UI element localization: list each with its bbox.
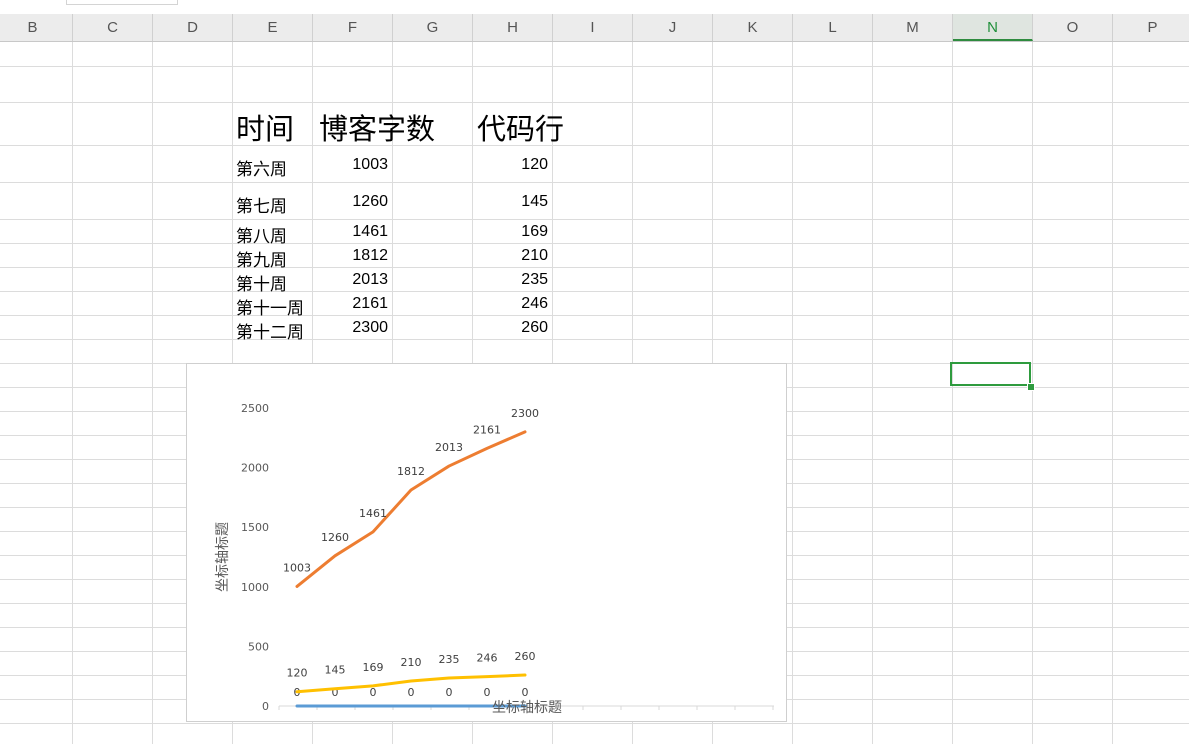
column-header-b[interactable]: B xyxy=(0,14,73,41)
data-label: 1003 xyxy=(283,561,311,574)
column-header-l[interactable]: L xyxy=(793,14,873,41)
chart-svg: 050010001500200025000 0 0 0 0 0 01003126014611… xyxy=(215,402,774,716)
cell-week[interactable]: 第九周 xyxy=(236,246,287,271)
y-tick-label: 2500 xyxy=(241,402,269,415)
row-gridline xyxy=(0,219,1189,220)
cell-words[interactable]: 1461 xyxy=(312,223,388,241)
y-axis-title: 坐标轴标题 xyxy=(215,522,231,592)
cell-week[interactable]: 第七周 xyxy=(236,192,287,217)
row-gridline xyxy=(0,102,1189,103)
row-gridline xyxy=(0,723,1189,724)
cell-lines[interactable]: 169 xyxy=(472,223,548,241)
selected-cell-N15[interactable] xyxy=(950,362,1031,386)
column-header-i[interactable]: I xyxy=(553,14,633,41)
cell-words[interactable]: 2013 xyxy=(312,271,388,289)
row-gridline xyxy=(0,145,1189,146)
column-header-e[interactable]: E xyxy=(233,14,313,41)
data-label: 2013 xyxy=(435,441,463,454)
row-gridline xyxy=(0,66,1189,67)
row-gridline xyxy=(0,182,1189,183)
cell-words[interactable]: 2161 xyxy=(312,295,388,313)
cell-week[interactable]: 第十二周 xyxy=(236,318,304,343)
cell-lines[interactable]: 145 xyxy=(472,193,548,211)
line-chart[interactable]: 0 500 1000 1500 2000 2500 0 0 0 0 0 0 0 1003 1260 1461 1… xyxy=(186,363,787,722)
header-words[interactable]: 博客字数 xyxy=(319,106,435,148)
column-header-o[interactable]: O xyxy=(1033,14,1113,41)
column-gridline xyxy=(1032,42,1033,744)
data-label: 260 xyxy=(515,650,536,663)
header-time[interactable]: 时间 xyxy=(236,106,294,148)
column-header-row: BCDEFGHIJKLMNOP xyxy=(0,14,1189,42)
sheet-tab-strip xyxy=(0,0,1189,14)
data-label: 169 xyxy=(363,661,384,674)
row-gridline xyxy=(0,291,1189,292)
data-label: 1461 xyxy=(359,507,387,520)
row-gridline xyxy=(0,267,1189,268)
y-tick-label: 1500 xyxy=(241,521,269,534)
data-label: 210 xyxy=(401,656,422,669)
column-header-p[interactable]: P xyxy=(1113,14,1189,41)
y-tick-label: 500 xyxy=(248,640,269,653)
cell-lines[interactable]: 260 xyxy=(472,319,548,337)
fill-handle[interactable] xyxy=(1027,383,1035,391)
data-label: 0 xyxy=(408,686,415,699)
data-label: 246 xyxy=(477,652,498,665)
data-label: 1260 xyxy=(321,531,349,544)
cell-week[interactable]: 第八周 xyxy=(236,222,287,247)
cell-words[interactable]: 2300 xyxy=(312,319,388,337)
column-header-c[interactable]: C xyxy=(73,14,153,41)
column-header-h[interactable]: H xyxy=(473,14,553,41)
data-label: 0 xyxy=(522,686,529,699)
data-label: 2300 xyxy=(511,407,539,420)
cell-lines[interactable]: 120 xyxy=(472,156,548,174)
row-gridline xyxy=(0,315,1189,316)
data-label: 1812 xyxy=(397,465,425,478)
column-header-m[interactable]: M xyxy=(873,14,953,41)
column-header-k[interactable]: K xyxy=(713,14,793,41)
cell-words[interactable]: 1812 xyxy=(312,247,388,265)
column-gridline xyxy=(792,42,793,744)
cell-words[interactable]: 1003 xyxy=(312,156,388,174)
column-gridline xyxy=(152,42,153,744)
column-gridline xyxy=(872,42,873,744)
data-label: 0 xyxy=(370,686,377,699)
y-tick-label: 2000 xyxy=(241,462,269,475)
header-lines[interactable]: 代码行 xyxy=(477,106,564,148)
column-header-g[interactable]: G xyxy=(393,14,473,41)
column-header-j[interactable]: J xyxy=(633,14,713,41)
x-axis-title: 坐标轴标题 xyxy=(492,700,562,716)
column-gridline xyxy=(1112,42,1113,744)
data-label: 120 xyxy=(287,667,308,680)
row-gridline xyxy=(0,243,1189,244)
column-header-n[interactable]: N xyxy=(953,14,1033,41)
data-label: 0 xyxy=(484,686,491,699)
data-label: 0 xyxy=(446,686,453,699)
cell-lines[interactable]: 246 xyxy=(472,295,548,313)
y-tick-label: 0 xyxy=(262,700,269,713)
cell-lines[interactable]: 210 xyxy=(472,247,548,265)
y-tick-label: 1000 xyxy=(241,581,269,594)
data-label: 235 xyxy=(439,653,460,666)
cell-week[interactable]: 第十周 xyxy=(236,270,287,295)
cell-words[interactable]: 1260 xyxy=(312,193,388,211)
column-header-d[interactable]: D xyxy=(153,14,233,41)
column-gridline xyxy=(952,42,953,744)
series-line-1 xyxy=(295,430,527,588)
cell-lines[interactable]: 235 xyxy=(472,271,548,289)
column-gridline xyxy=(72,42,73,744)
column-header-f[interactable]: F xyxy=(313,14,393,41)
cell-week[interactable]: 第六周 xyxy=(236,155,287,180)
row-gridline xyxy=(0,339,1189,340)
data-label: 145 xyxy=(325,664,346,677)
workbook-tab-edge[interactable] xyxy=(66,0,178,5)
cell-week[interactable]: 第十一周 xyxy=(236,294,304,319)
data-label: 2161 xyxy=(473,423,501,436)
